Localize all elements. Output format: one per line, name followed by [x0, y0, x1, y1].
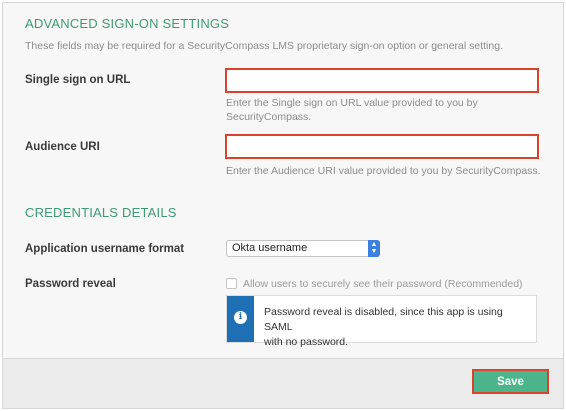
password-reveal-info-box: i Password reveal is disabled, since thi…: [226, 295, 537, 348]
username-format-label: Application username format: [25, 243, 185, 255]
sso-url-input[interactable]: [225, 68, 539, 93]
advanced-settings-description: These fields may be required for a Secur…: [25, 40, 503, 52]
sso-url-label: Single sign on URL: [25, 74, 131, 86]
username-format-value: Okta username: [232, 242, 308, 254]
info-icon: i: [234, 311, 247, 324]
save-button[interactable]: Save: [472, 369, 549, 394]
chevron-up-down-icon: ▲ ▼: [368, 240, 380, 257]
password-reveal-info-text: Password reveal is disabled, since this …: [264, 305, 526, 350]
audience-uri-label: Audience URI: [25, 141, 100, 153]
sso-url-help: Enter the Single sign on URL value provi…: [226, 96, 478, 124]
audience-uri-input[interactable]: [225, 134, 539, 159]
audience-uri-help: Enter the Audience URI value provided to…: [226, 165, 541, 177]
sso-url-help-line2: SecurityCompass.: [226, 111, 312, 123]
password-reveal-checkbox-label[interactable]: Allow users to securely see their passwo…: [243, 278, 523, 290]
advanced-settings-title: ADVANCED SIGN-ON SETTINGS: [25, 16, 230, 31]
info-strip: i: [227, 296, 254, 342]
info-text-line1: Password reveal is disabled, since this …: [264, 306, 503, 333]
username-format-select[interactable]: Okta username ▲ ▼: [226, 240, 380, 257]
info-text-line2: with no password.: [264, 336, 349, 348]
password-reveal-checkbox[interactable]: [226, 278, 237, 289]
credentials-details-title: CREDENTIALS DETAILS: [25, 205, 177, 220]
sso-url-help-line1: Enter the Single sign on URL value provi…: [226, 97, 478, 109]
password-reveal-label: Password reveal: [25, 278, 116, 290]
